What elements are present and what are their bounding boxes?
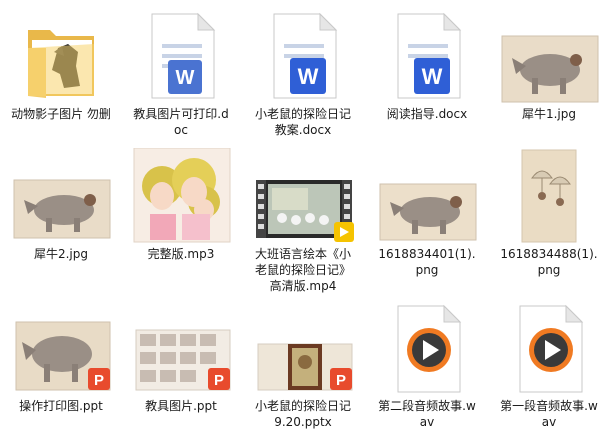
word-document-icon: W [397,12,462,99]
mouse-parachute-thumbnail [521,149,577,243]
rhino-photo-thumbnail [379,183,477,241]
file-item-word-docx-guide[interactable]: W 阅读指导.docx [372,8,482,144]
file-item-print-ppt[interactable]: P 操作打印图.ppt [6,300,116,436]
svg-text:W: W [298,64,319,89]
file-name: 小老鼠的探险日记 教案.docx [254,107,351,137]
video-thumbnail [256,180,354,242]
file-name: 犀牛2.jpg [33,247,89,261]
powerpoint-thumbnail: P [135,329,231,391]
file-item-audio-2-wav[interactable]: 第二段音频故事.wav [372,300,482,436]
file-item-word-docx-lesson[interactable]: W 小老鼠的探险日记 教案.docx [248,8,358,144]
file-item-1618834488-png[interactable]: 1618834488(1).png [494,148,604,284]
file-name: 阅读指导.docx [386,107,468,121]
svg-text:P: P [94,372,104,389]
file-item-teaching-ppt[interactable]: P 教具图片.ppt [126,300,236,436]
file-item-1618834401-png[interactable]: 1618834401(1).png [372,148,482,284]
file-item-rhino1-jpg[interactable]: 犀牛1.jpg [494,8,604,144]
word-document-icon: W [151,12,216,99]
file-name: 操作打印图.ppt [19,399,103,413]
file-item-rhino2-jpg[interactable]: 犀牛2.jpg [6,148,116,284]
file-name: 1618834401(1).png [378,247,476,277]
svg-text:P: P [336,372,346,389]
file-name: 教具图片可打印.doc [133,107,229,137]
file-item-audio-1-wav[interactable]: 第一段音频故事.wav [494,300,604,436]
file-item-video-mp4[interactable]: 大班语言绘本《小老鼠的探险日记》高清版.mp4 [248,148,358,293]
file-item-word-doc[interactable]: W 教具图片可打印.doc [126,8,236,144]
anime-cover-thumbnail [133,148,231,243]
file-name: 小老鼠的探险日记9.20.pptx [254,399,351,429]
file-name: 教具图片.ppt [145,399,217,413]
powerpoint-thumbnail: P [257,343,353,391]
file-name: 第一段音频故事.wav [500,399,598,429]
file-name: 完整版.mp3 [147,247,215,261]
media-player-icon [519,304,584,393]
file-item-full-mp3[interactable]: 完整版.mp3 [126,148,236,284]
file-name: 第二段音频故事.wav [378,399,476,429]
file-item-mouse-diary-pptx[interactable]: P 小老鼠的探险日记9.20.pptx [248,300,358,436]
media-player-icon [397,304,462,393]
word-document-icon: W [273,12,338,99]
file-name: 大班语言绘本《小老鼠的探险日记》高清版.mp4 [254,247,351,293]
rhino-photo-thumbnail [13,179,111,239]
file-item-folder-animal-shadows[interactable]: 动物影子图片 勿删 [6,8,116,144]
rhino-photo-thumbnail [501,35,599,103]
file-explorer-icon-view: { "files": [ {"name": "动物影子图片 勿删", "type… [0,0,612,446]
file-name: 犀牛1.jpg [521,107,577,121]
svg-text:W: W [176,67,195,89]
powerpoint-thumbnail: P [15,321,111,391]
file-name: 动物影子图片 勿删 [11,107,111,121]
svg-text:W: W [422,64,443,89]
svg-text:P: P [214,372,224,389]
file-name: 1618834488(1).png [500,247,598,277]
folder-icon [28,30,94,98]
